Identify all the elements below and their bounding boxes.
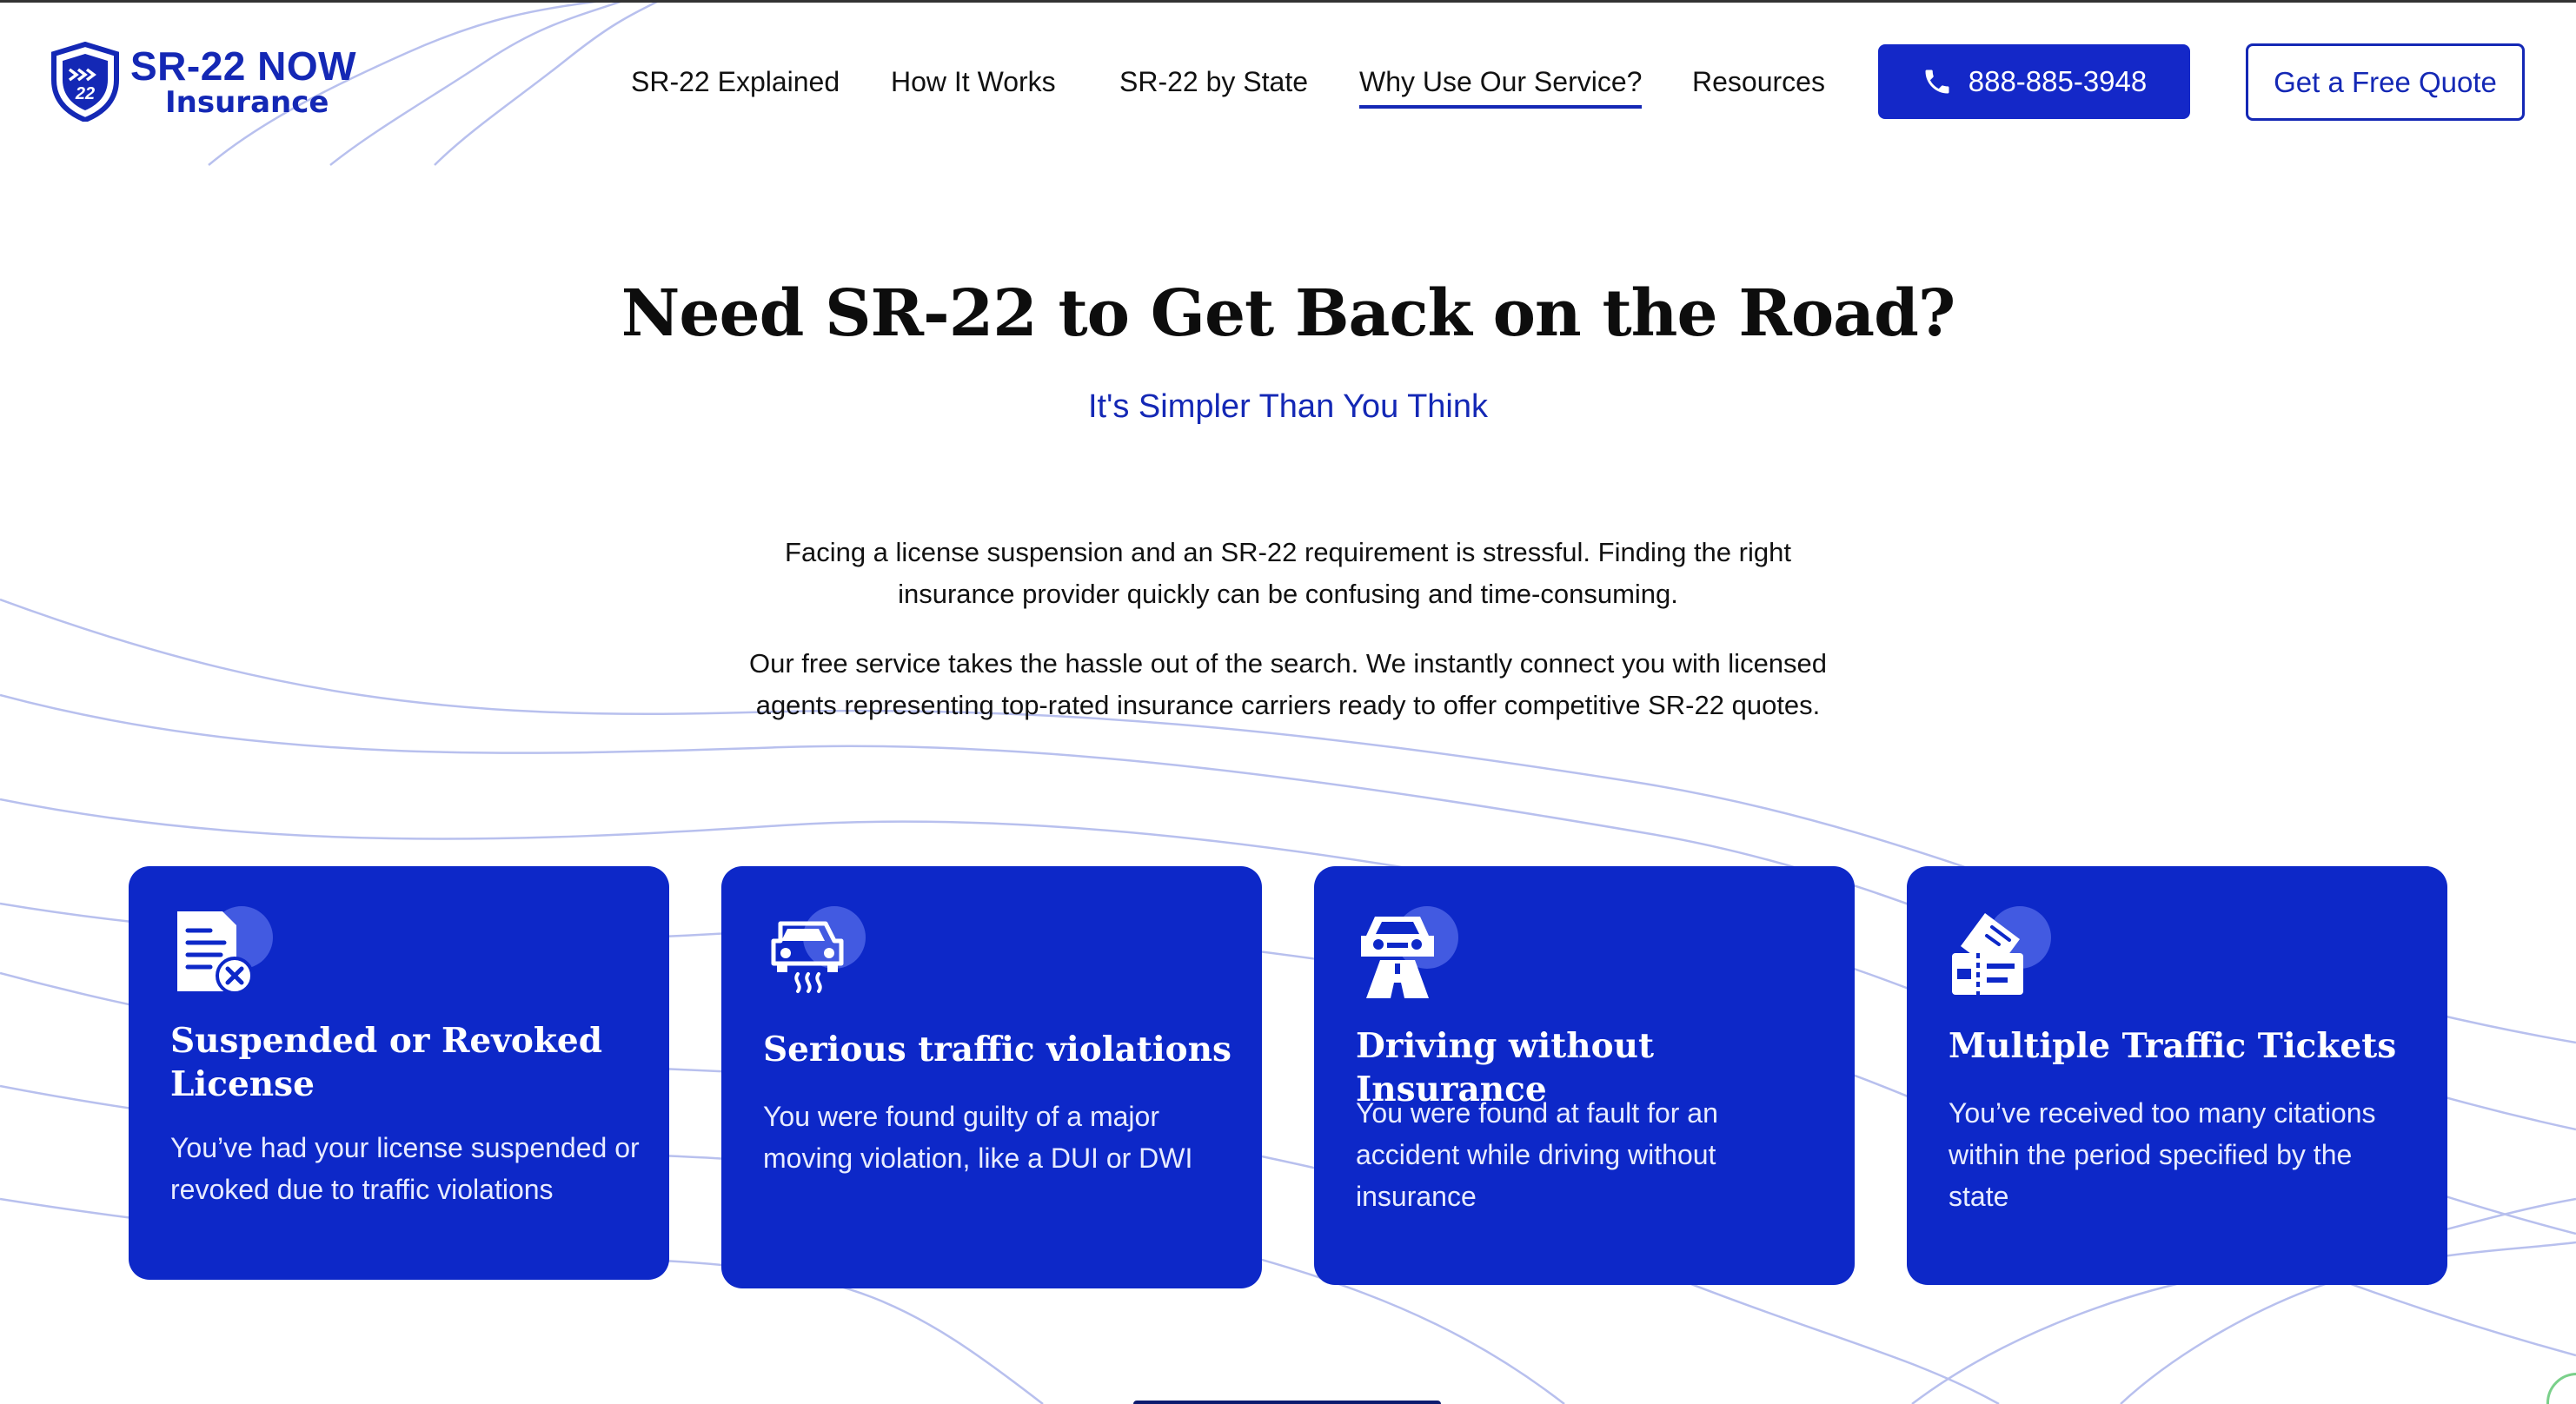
card-title: Multiple Traffic Tickets: [1949, 1026, 2397, 1066]
card-text: You were found at fault for an accident …: [1356, 1097, 1718, 1212]
phone-icon: [1925, 70, 1949, 94]
get-free-quote-button[interactable]: Get a Free Quote: [2246, 43, 2525, 121]
card-text: You were found guilty of a major moving …: [763, 1101, 1193, 1174]
nav-sr22-explained[interactable]: SR-22 Explained: [631, 66, 840, 98]
phone-number: 888-885-3948: [1968, 65, 2148, 97]
shield-text: 22: [75, 84, 95, 103]
card-title: Suspended or Revoked License: [170, 1021, 602, 1104]
card-title: Serious traffic violations: [763, 1030, 1232, 1070]
hero-title: Need SR-22 to Get Back on the Road?: [621, 276, 1955, 351]
section-tab-edge: [1133, 1401, 1441, 1404]
logo-subtext: Insurance: [165, 85, 329, 120]
shield-logo-icon: 22: [51, 42, 119, 122]
phone-call-button[interactable]: 888-885-3948: [1878, 44, 2190, 119]
card-multiple-tickets: Multiple Traffic Tickets You’ve received…: [1907, 866, 2447, 1285]
logo-wordmark: SR-22 NOW: [130, 43, 357, 89]
card-driving-without-insurance: Driving without Insurance You were found…: [1314, 866, 1855, 1285]
nav-how-it-works[interactable]: How It Works: [891, 66, 1056, 98]
site-header: 22 SR-22 NOW Insurance SR-22 Explained H…: [0, 0, 2576, 165]
site-logo[interactable]: 22 SR-22 NOW Insurance: [50, 42, 356, 122]
nav-why-use-our-service[interactable]: Why Use Our Service?: [1359, 66, 1643, 109]
intro-paragraph-1: Facing a license suspension and an SR-22…: [785, 537, 1791, 609]
document-x-icon: [177, 911, 254, 995]
tickets-icon: [1952, 913, 2023, 995]
intro-paragraph-2: Our free service takes the hassle out of…: [748, 648, 1828, 720]
intro-text: Facing a license suspension and an SR-22…: [747, 532, 1829, 726]
car-skid-icon: [771, 921, 844, 993]
card-text: You’ve had your license suspended or rev…: [170, 1132, 640, 1205]
card-suspended-license: Suspended or Revoked License You’ve had …: [129, 866, 669, 1280]
card-serious-violations: Serious traffic violations You were foun…: [721, 866, 1262, 1288]
car-road-icon: [1361, 917, 1434, 998]
nav-sr22-by-state[interactable]: SR-22 by State: [1119, 66, 1308, 98]
hero-subtitle: It's Simpler Than You Think: [1087, 388, 1488, 425]
window-top-border: [0, 0, 2576, 3]
nav-resources[interactable]: Resources: [1692, 66, 1825, 98]
card-text: You’ve received too many citations withi…: [1949, 1097, 2376, 1212]
